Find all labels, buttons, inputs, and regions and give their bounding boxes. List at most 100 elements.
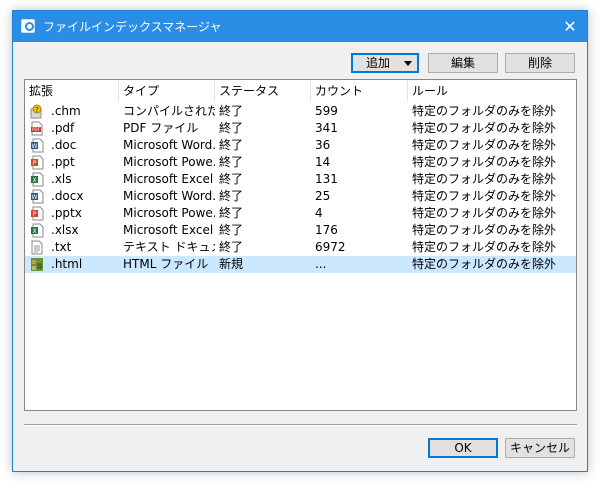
svg-text:W: W — [32, 194, 38, 201]
column-header-count[interactable]: カウント — [311, 80, 408, 102]
rule-cell: 特定のフォルダのみを除外 — [412, 155, 557, 169]
extension-cell: X .xlsx — [25, 222, 119, 239]
type-cell: PDF ファイル — [123, 121, 199, 135]
type-cell: Microsoft Powe... — [123, 206, 215, 220]
rule-cell: 特定のフォルダのみを除外 — [412, 257, 557, 271]
delete-button[interactable]: 削除 — [505, 53, 575, 73]
rule-cell: 特定のフォルダのみを除外 — [412, 223, 557, 237]
cancel-button[interactable]: キャンセル — [505, 438, 575, 458]
table-row[interactable]: P .ppt Microsoft Powe... 終了 14 特定のフォルダのみを除外 — [25, 154, 576, 171]
status-cell: 終了 — [219, 189, 244, 203]
edit-button[interactable]: 編集 — [428, 53, 498, 73]
extension-cell: W .docx — [25, 188, 119, 205]
extension-label: .txt — [51, 240, 72, 254]
type-cell: Microsoft Excel ... — [123, 223, 215, 237]
rule-cell: 特定のフォルダのみを除外 — [412, 206, 557, 220]
status-cell: 終了 — [219, 155, 244, 169]
table-row[interactable]: W .docx Microsoft Word... 終了 25 特定のフォルダのみを除外 — [25, 188, 576, 205]
type-cell: テキスト ドキュメント — [123, 240, 215, 254]
chm-help-icon: ? — [30, 104, 44, 119]
table-row[interactable]: ? .chm コンパイルされた H... 終了 599 特定のフォルダのみを除外 — [25, 103, 576, 120]
svg-text:?: ? — [35, 106, 39, 114]
app-search-icon — [21, 19, 35, 33]
svg-text:PDF: PDF — [32, 127, 40, 132]
word-doc-icon: W — [30, 189, 44, 204]
extension-label: .pptx — [51, 206, 82, 220]
type-cell: Microsoft Word... — [123, 189, 215, 203]
excel-icon: X — [30, 172, 44, 187]
rule-cell: 特定のフォルダのみを除外 — [412, 138, 557, 152]
ok-button[interactable]: OK — [428, 438, 498, 458]
text-file-icon — [30, 240, 44, 255]
status-cell: 終了 — [219, 121, 244, 135]
count-cell: ... — [315, 257, 327, 271]
table-row[interactable]: PDF .pdf PDF ファイル 終了 341 特定のフォルダのみを除外 — [25, 120, 576, 137]
extension-label: .doc — [51, 138, 77, 152]
count-cell: 599 — [315, 104, 338, 118]
extension-label: .docx — [51, 189, 84, 203]
column-header-extension[interactable]: 拡張 — [25, 80, 119, 102]
powerpoint-icon: P — [30, 155, 44, 170]
status-cell: 終了 — [219, 240, 244, 254]
close-button[interactable]: ✕ — [553, 11, 587, 42]
extension-label: .ppt — [51, 155, 75, 169]
status-cell: 終了 — [219, 172, 244, 186]
window-title: ファイルインデックスマネージャ — [43, 20, 222, 34]
excel-icon: X — [30, 223, 44, 238]
extension-label: .pdf — [51, 121, 75, 135]
add-button[interactable]: 追加 — [351, 53, 419, 73]
column-header-type[interactable]: タイプ — [119, 80, 215, 102]
table-row[interactable]: .txt テキスト ドキュメント終了 6972 特定のフォルダのみを除外 — [25, 239, 576, 256]
pdf-file-icon: PDF — [30, 121, 44, 136]
status-cell: 終了 — [219, 206, 244, 220]
powerpoint-icon: P — [30, 206, 44, 221]
extension-cell: P .pptx — [25, 205, 119, 222]
html-file-icon — [30, 257, 44, 272]
extension-label: .xlsx — [51, 223, 79, 237]
extension-list[interactable]: 拡張 タイプ ステータス カウント ルール ? .chm コンパイルされた H...… — [24, 79, 577, 411]
word-doc-icon: W — [30, 138, 44, 153]
svg-text:X: X — [32, 228, 36, 235]
extension-label: .chm — [51, 104, 81, 118]
type-cell: Microsoft Excel ... — [123, 172, 215, 186]
dropdown-arrow-icon — [404, 61, 412, 66]
type-cell: コンパイルされた H... — [123, 104, 215, 118]
svg-text:X: X — [32, 177, 36, 184]
extension-cell: .txt — [25, 239, 119, 256]
status-cell: 終了 — [219, 223, 244, 237]
table-row[interactable]: P .pptx Microsoft Powe... 終了 4 特定のフォルダのみを除外 — [25, 205, 576, 222]
extension-cell: ? .chm — [25, 103, 119, 120]
rule-cell: 特定のフォルダのみを除外 — [412, 172, 557, 186]
extension-cell: PDF .pdf — [25, 120, 119, 137]
extension-label: .xls — [51, 172, 72, 186]
count-cell: 25 — [315, 189, 331, 203]
rule-cell: 特定のフォルダのみを除外 — [412, 121, 557, 135]
count-cell: 14 — [315, 155, 331, 169]
add-button-label: 追加 — [366, 56, 391, 70]
rule-cell: 特定のフォルダのみを除外 — [412, 240, 557, 254]
count-cell: 176 — [315, 223, 338, 237]
table-row[interactable]: X .xlsx Microsoft Excel ... 終了 176 特定のフォルダのみを… — [25, 222, 576, 239]
column-header-rule[interactable]: ルール — [408, 80, 576, 102]
extension-label: .html — [51, 257, 83, 271]
title-bar[interactable]: ファイルインデックスマネージャ ✕ — [13, 11, 587, 42]
separator — [24, 424, 577, 426]
extension-cell: .html — [25, 256, 119, 273]
extension-cell: X .xls — [25, 171, 119, 188]
column-header-status[interactable]: ステータス — [215, 80, 311, 102]
table-row[interactable]: W .doc Microsoft Word... 終了 36 特定のフォルダのみを除外 — [25, 137, 576, 154]
count-cell: 131 — [315, 172, 338, 186]
file-index-manager-dialog: ファイルインデックスマネージャ ✕ 追加 編集 削除 拡張 タイプ ステータス … — [12, 10, 588, 472]
extension-cell: W .doc — [25, 137, 119, 154]
type-cell: HTML ファイル — [123, 257, 209, 271]
rule-cell: 特定のフォルダのみを除外 — [412, 189, 557, 203]
count-cell: 341 — [315, 121, 338, 135]
count-cell: 4 — [315, 206, 323, 220]
extension-cell: P .ppt — [25, 154, 119, 171]
table-row[interactable]: X .xls Microsoft Excel ... 終了 131 特定のフォルダのみを除… — [25, 171, 576, 188]
status-cell: 終了 — [219, 104, 244, 118]
table-row[interactable]: .html HTML ファイル 新規... 特定のフォルダのみを除外 — [25, 256, 576, 273]
status-cell: 新規 — [219, 257, 244, 271]
list-header: 拡張 タイプ ステータス カウント ルール — [25, 80, 576, 102]
svg-text:W: W — [32, 143, 38, 150]
